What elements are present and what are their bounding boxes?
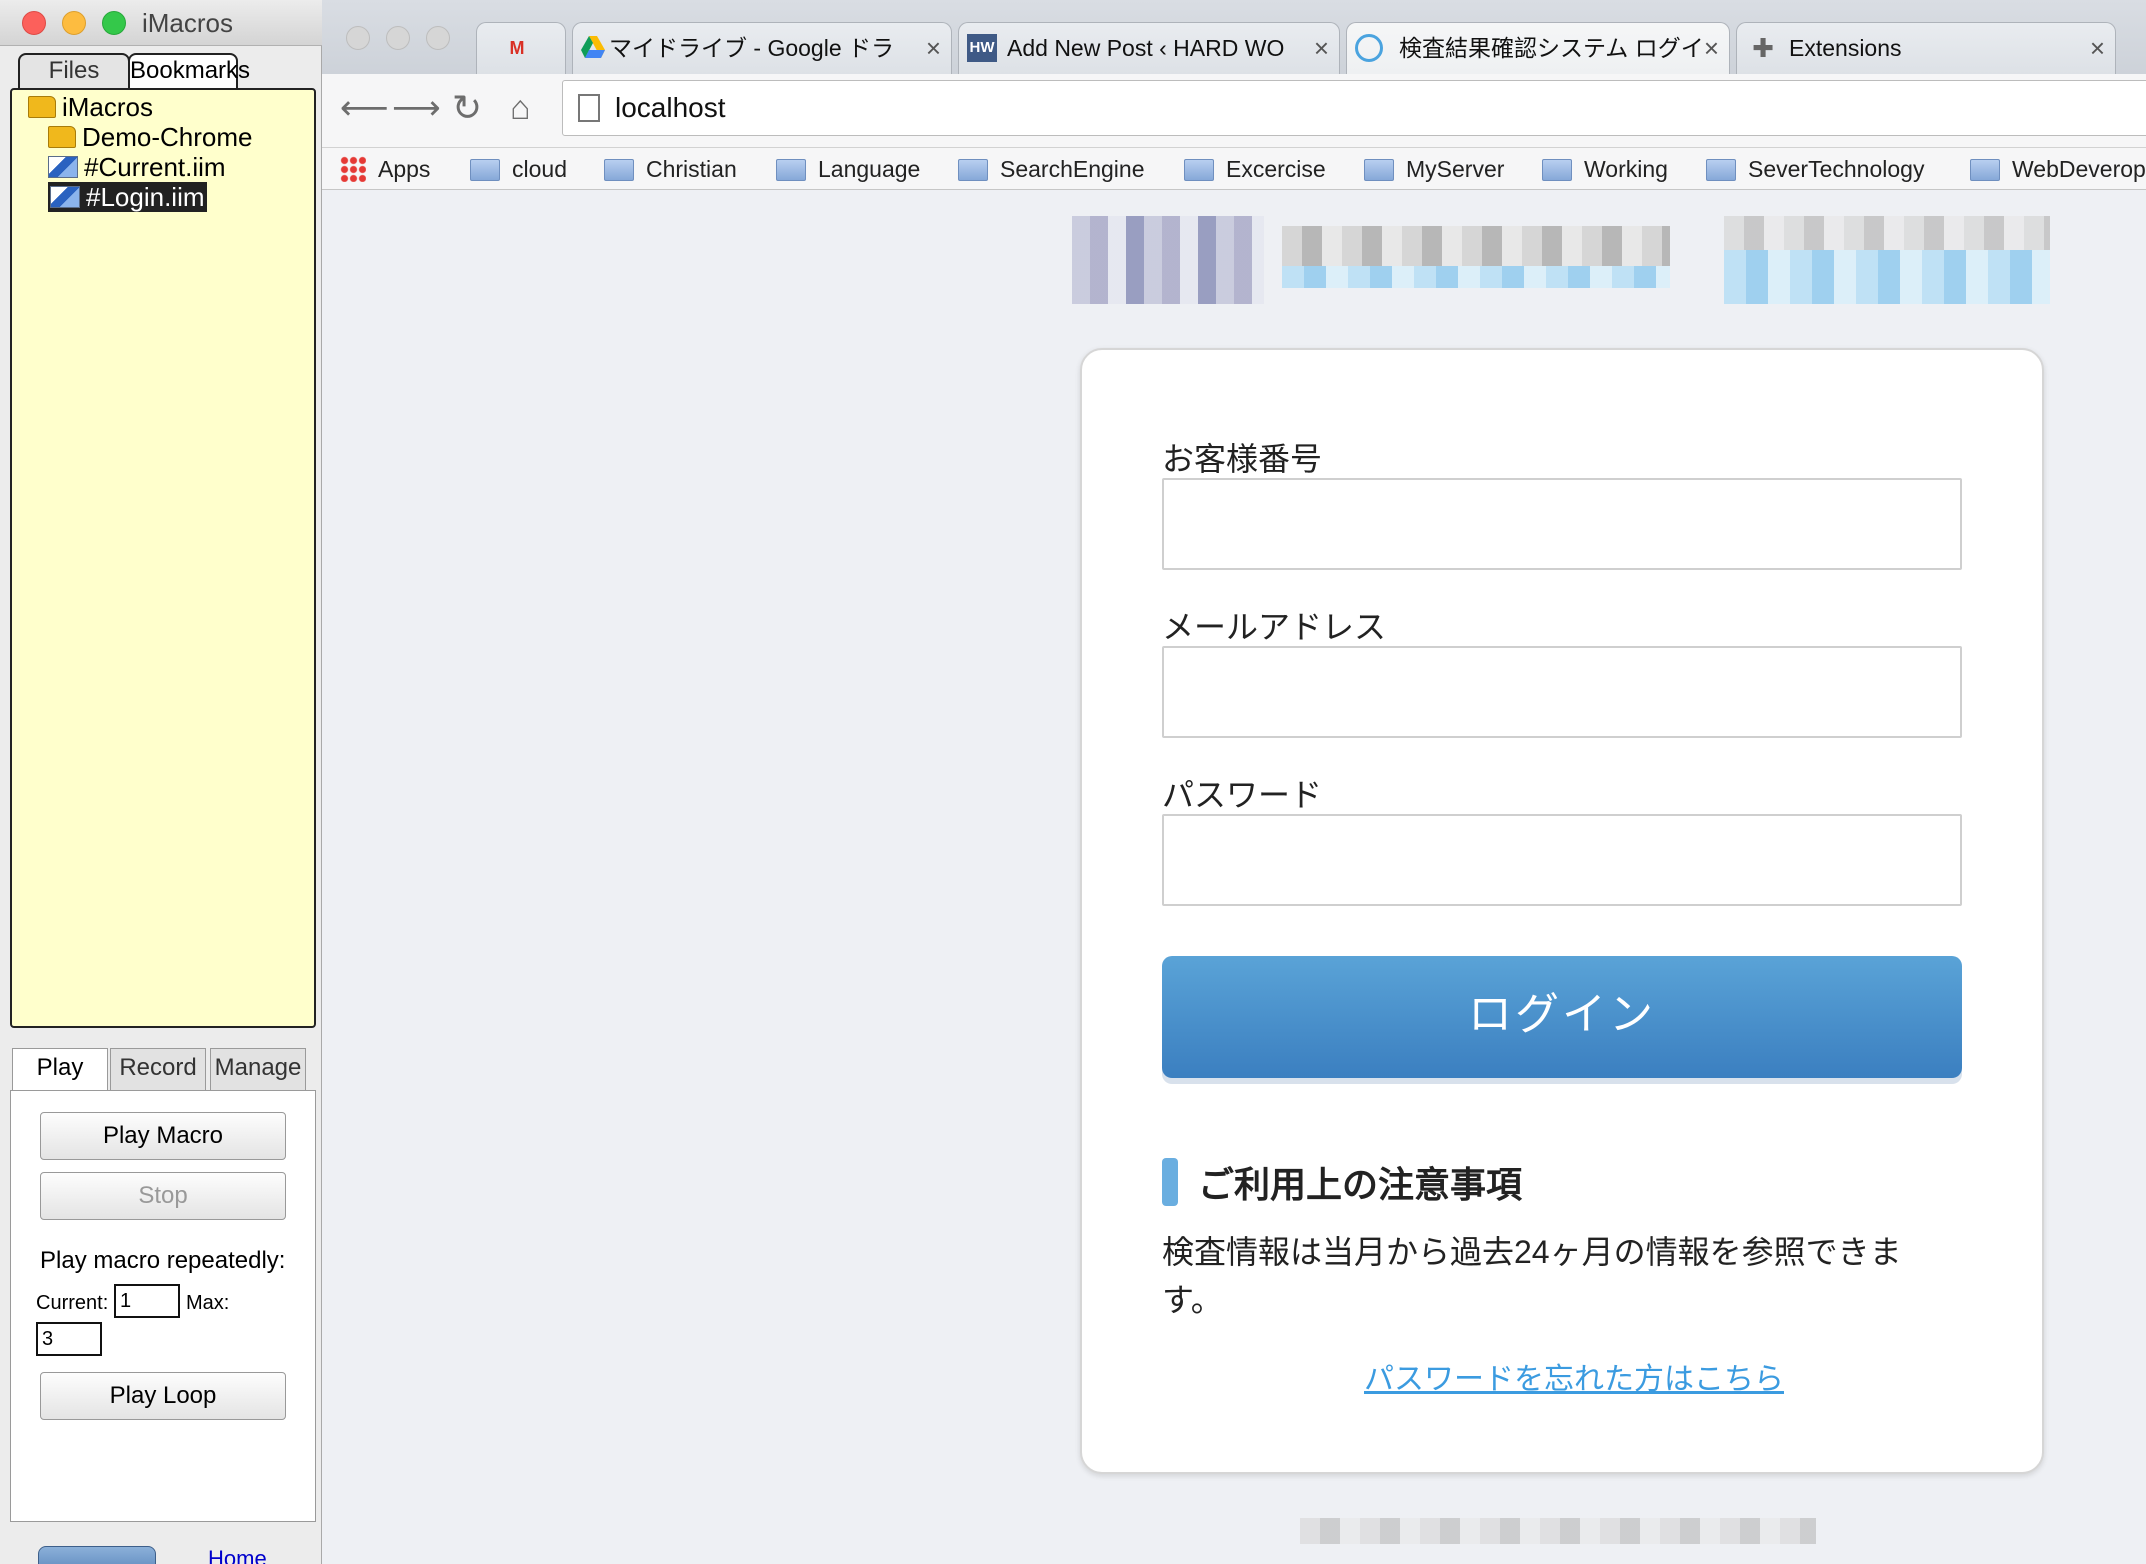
folder-icon <box>470 159 500 181</box>
folder-icon <box>28 96 56 118</box>
email-input[interactable] <box>1162 646 1962 738</box>
close-window-button[interactable] <box>22 11 46 35</box>
loading-icon <box>1355 34 1383 62</box>
folder-icon <box>1970 159 2000 181</box>
blurred-header-right <box>1724 216 2050 250</box>
hw-icon: HW <box>967 34 997 62</box>
address-bar[interactable] <box>562 80 2146 136</box>
close-tab-icon[interactable]: × <box>1704 23 1719 73</box>
login-button[interactable]: ログイン <box>1162 956 1962 1078</box>
tab-play[interactable]: Play <box>12 1048 108 1090</box>
current-label: Current: <box>36 1292 109 1314</box>
forward-icon[interactable]: ⟶ <box>392 88 441 128</box>
home-link[interactable]: Home <box>208 1546 267 1564</box>
folder-icon <box>1364 159 1394 181</box>
macro-file-icon <box>50 186 80 208</box>
tree-folder-demo-chrome[interactable]: Demo-Chrome <box>48 122 253 152</box>
bookmark-working[interactable]: Working <box>1542 148 1668 190</box>
blurred-header-right-2 <box>1724 250 2050 304</box>
close-tab-icon[interactable]: × <box>1314 23 1329 73</box>
repeat-label: Play macro repeatedly: <box>40 1247 286 1274</box>
current-input[interactable]: 1 <box>114 1284 180 1318</box>
notice-heading: ご利用上の注意事項 <box>1198 1164 1523 1205</box>
tab-files[interactable]: Files <box>18 53 130 89</box>
bookmark-searchengine[interactable]: SearchEngine <box>958 148 1145 190</box>
macro-file-icon <box>48 156 78 178</box>
reload-icon[interactable]: ↻ <box>452 88 482 128</box>
tree-file-current[interactable]: #Current.iim <box>48 152 226 182</box>
tab-login-system[interactable]: 検査結果確認システム ログイ × <box>1346 22 1730 74</box>
tab-google-drive[interactable]: マイドライブ - Google ドラ × <box>572 22 952 74</box>
max-input[interactable]: 3 <box>36 1322 102 1356</box>
blurred-title <box>1282 226 1670 266</box>
puzzle-icon: ✚ <box>1752 33 1774 63</box>
folder-icon <box>48 126 76 148</box>
tab-manage[interactable]: Manage <box>210 1048 306 1090</box>
close-tab-icon[interactable]: × <box>926 23 941 73</box>
url-text[interactable]: localhost <box>615 92 726 124</box>
customer-number-input[interactable] <box>1162 478 1962 570</box>
gmail-icon: M <box>509 38 525 58</box>
notice-text: 検査情報は当月から過去24ヶ月の情報を参照できます。 <box>1162 1234 1902 1318</box>
tab-extensions[interactable]: ✚ Extensions × <box>1736 22 2116 74</box>
notice-accent-bar <box>1162 1158 1178 1206</box>
bookmark-webdeverop[interactable]: WebDeverop <box>1970 148 2146 190</box>
close-tab-icon[interactable]: × <box>2090 23 2105 73</box>
drive-icon <box>581 36 605 60</box>
blurred-subtitle <box>1282 266 1670 288</box>
tree-root-imacros[interactable]: iMacros <box>28 92 153 122</box>
stop-button[interactable]: Stop <box>40 1172 286 1220</box>
play-macro-button[interactable]: Play Macro <box>40 1112 286 1160</box>
bookmark-christian[interactable]: Christian <box>604 148 737 190</box>
max-label: Max: <box>186 1292 230 1314</box>
browser-close-light[interactable] <box>346 26 370 50</box>
page-icon <box>578 94 600 122</box>
tab-bookmarks[interactable]: Bookmarks <box>128 53 250 89</box>
bookmark-severtechnology[interactable]: SeverTechnology <box>1706 148 1924 190</box>
password-label: パスワード <box>1162 777 1323 813</box>
tab-gmail[interactable]: M <box>476 22 566 74</box>
home-icon[interactable]: ⌂ <box>510 88 531 128</box>
email-label: メールアドレス <box>1162 609 1387 645</box>
bookmark-apps[interactable]: Apps <box>340 148 430 190</box>
customer-number-label: お客様番号 <box>1162 441 1323 477</box>
password-input[interactable] <box>1162 814 1962 906</box>
play-loop-button[interactable]: Play Loop <box>40 1372 286 1420</box>
imacros-title: iMacros <box>142 8 234 38</box>
macro-tree: iMacros Demo-Chrome #Current.iim #Login.… <box>10 88 316 1028</box>
folder-icon <box>1184 159 1214 181</box>
imacros-logo-icon <box>38 1546 156 1564</box>
bookmark-cloud[interactable]: cloud <box>470 148 567 190</box>
back-icon[interactable]: ⟵ <box>340 88 389 128</box>
browser-minimize-light[interactable] <box>386 26 410 50</box>
bookmark-myserver[interactable]: MyServer <box>1364 148 1504 190</box>
folder-icon <box>604 159 634 181</box>
bookmark-language[interactable]: Language <box>776 148 920 190</box>
blurred-footer <box>1300 1518 1816 1544</box>
blurred-logo <box>1072 216 1264 304</box>
minimize-window-button[interactable] <box>62 11 86 35</box>
tab-record[interactable]: Record <box>110 1048 206 1090</box>
folder-icon <box>1706 159 1736 181</box>
folder-icon <box>776 159 806 181</box>
folder-icon <box>1542 159 1572 181</box>
bookmark-excercise[interactable]: Excercise <box>1184 148 1326 190</box>
zoom-window-button[interactable] <box>102 11 126 35</box>
browser-zoom-light[interactable] <box>426 26 450 50</box>
folder-icon <box>958 159 988 181</box>
tree-file-login[interactable]: #Login.iim <box>48 182 207 212</box>
forgot-password-link[interactable]: パスワードを忘れた方はこちら <box>1364 1354 1784 1398</box>
apps-grid-icon <box>340 156 366 182</box>
tab-add-new-post[interactable]: HW Add New Post ‹ HARD WO × <box>958 22 1340 74</box>
